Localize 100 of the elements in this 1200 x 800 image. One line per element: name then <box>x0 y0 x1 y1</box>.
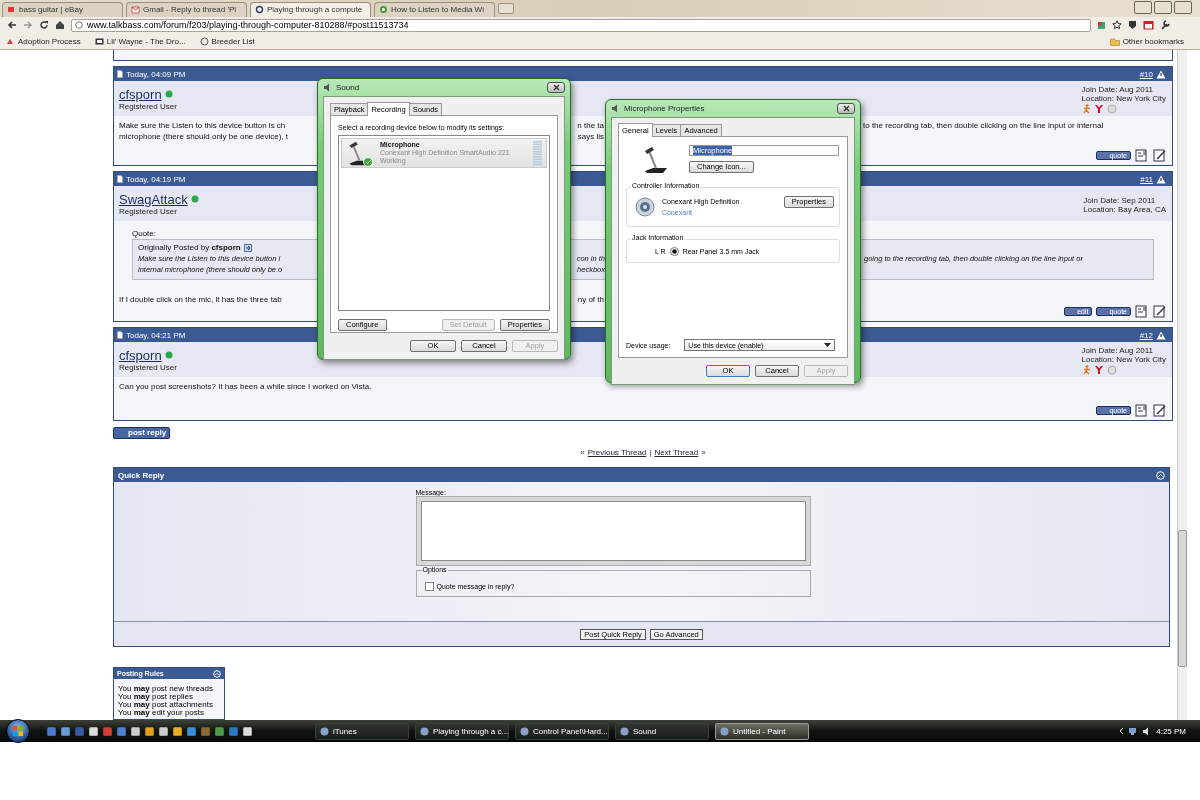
next-thread-link[interactable]: Next Thread <box>654 448 699 457</box>
start-button[interactable] <box>6 719 30 743</box>
close-icon <box>552 84 560 91</box>
pencil-page-icon[interactable] <box>1153 149 1167 162</box>
message-field[interactable] <box>420 501 806 561</box>
post-number-link[interactable]: #11 <box>1140 174 1153 184</box>
taskbar-button[interactable]: Untitled - Paint <box>715 722 809 740</box>
taskbar-button[interactable]: Control Panel\Hard... <box>515 722 609 740</box>
close-button[interactable] <box>1174 1 1192 14</box>
wrench-icon[interactable] <box>1160 20 1170 31</box>
post-date: Today, 04:21 PM <box>126 330 186 340</box>
nav-separator: | <box>649 448 652 457</box>
previous-thread-link[interactable]: Previous Thread <box>587 448 647 457</box>
bookmark-link[interactable]: Breeder List <box>211 37 255 47</box>
address-bar[interactable]: www.talkbass.com/forum/f203/playing-through-computer-810288/#post11513734 <box>71 18 1091 32</box>
taskbar-button[interactable]: Sound <box>615 722 709 740</box>
page-icon <box>117 331 123 339</box>
scrollbar[interactable] <box>1177 50 1187 720</box>
launcher-icon[interactable] <box>158 725 169 737</box>
maximize-button[interactable] <box>1154 1 1172 14</box>
pencil-page-icon[interactable] <box>1153 305 1167 318</box>
post-text: n the ta <box>577 120 604 131</box>
close-icon <box>842 105 850 112</box>
post-number-link[interactable]: #10 <box>1139 69 1153 79</box>
collapse-icon[interactable] <box>1156 470 1165 480</box>
calendar-icon[interactable] <box>1143 20 1154 31</box>
shield-icon[interactable] <box>1128 20 1137 31</box>
post-text: Can you post screenshots? It has been a while since I worked on Vista. <box>119 381 372 392</box>
messenger-icon[interactable] <box>1093 365 1104 375</box>
taskbar-button[interactable]: iTunes <box>315 722 409 740</box>
page-icon[interactable] <box>1097 20 1106 30</box>
view-post-icon[interactable] <box>243 243 252 252</box>
warning-icon[interactable] <box>1156 330 1166 340</box>
bookmark-link[interactable]: Other bookmarks <box>1122 37 1184 47</box>
envelope-icon <box>131 5 140 15</box>
back-icon[interactable] <box>7 20 17 31</box>
bookmark-link[interactable]: Adoption Process <box>18 37 81 47</box>
star-icon[interactable] <box>1112 20 1122 31</box>
taskbar-button[interactable]: Playing through a c... <box>415 722 509 740</box>
rule-text: You may edit your posts <box>118 709 205 717</box>
launcher-icon[interactable] <box>242 725 253 737</box>
launcher-icon[interactable] <box>88 725 99 737</box>
post-text: Make sure the Listen to this device button is ch <box>119 120 287 131</box>
nav-arrow: « <box>580 448 585 457</box>
checkbox[interactable] <box>424 582 434 591</box>
app-icon <box>520 726 529 736</box>
warning-icon[interactable] <box>1156 174 1166 184</box>
post-number-link[interactable]: #12 <box>1139 330 1153 340</box>
user-location: Location: Bay Area, CA <box>1083 204 1166 214</box>
window-title: Sound <box>336 83 360 92</box>
post-text: says lis <box>577 131 604 142</box>
warning-icon[interactable] <box>1156 69 1166 79</box>
collapse-icon[interactable] <box>213 669 221 678</box>
username-link[interactable]: cfsporn <box>119 347 162 363</box>
username-link[interactable]: cfsporn <box>119 86 162 102</box>
quote-label: Quote: <box>132 228 156 239</box>
browser-tab[interactable]: Gmail - Reply to thread 'Pl <box>126 1 247 17</box>
post-date: Today, 04:09 PM <box>126 69 186 79</box>
browser-tab[interactable]: How to Listen to Media Wi <box>374 1 495 17</box>
post-text: ny of th <box>577 294 604 305</box>
multi-quote-icon[interactable] <box>1135 305 1149 318</box>
post-reply-button[interactable]: post reply <box>113 426 171 439</box>
multi-quote-icon[interactable] <box>1135 149 1149 162</box>
folder-icon <box>1109 37 1120 46</box>
messenger-icon[interactable] <box>1093 104 1104 114</box>
minimize-button[interactable] <box>1134 1 1152 14</box>
square-icon <box>7 5 16 15</box>
rule-text: You may post attachments <box>118 701 214 709</box>
rule-text: You may post replies <box>118 693 193 701</box>
pencil-page-icon[interactable] <box>1153 404 1167 417</box>
home-icon[interactable] <box>55 20 65 31</box>
network-icon[interactable] <box>1128 726 1139 736</box>
scrollbar-thumb[interactable] <box>1178 530 1187 667</box>
launcher-icon[interactable] <box>60 725 71 737</box>
launcher-icon[interactable] <box>144 725 155 737</box>
post-text: microphone (there should only be one device), t <box>119 131 289 142</box>
close-button[interactable] <box>547 82 565 93</box>
circle-icon <box>199 37 209 47</box>
post-text: to the recording tab, then double clicking on the line input or internal <box>863 120 1105 131</box>
user-location: Location: New York City <box>1081 355 1166 364</box>
jack-indicator-icon <box>669 246 679 256</box>
browser-tab[interactable]: Playing through a compute <box>250 1 371 17</box>
app-icon <box>620 726 629 736</box>
page-icon <box>117 175 123 183</box>
close-button[interactable] <box>837 103 855 114</box>
launcher-icon[interactable] <box>130 725 141 737</box>
app-icon <box>420 726 429 736</box>
launcher-icon[interactable] <box>186 725 197 737</box>
launcher-icon[interactable] <box>172 725 183 737</box>
browser-tab[interactable]: bass guitar | eBay <box>2 1 123 17</box>
username-link[interactable]: SwagAttack <box>119 191 188 207</box>
bookmark-link[interactable]: Lil' Wayne - The Dro... <box>106 37 186 47</box>
clock: 4:25 PM <box>1156 726 1186 736</box>
window-title: Microphone Properties <box>624 104 705 113</box>
ring-icon <box>255 5 264 15</box>
reload-icon[interactable] <box>39 20 49 31</box>
multi-quote-icon[interactable] <box>1135 404 1149 417</box>
post-date: Today, 04:19 PM <box>126 174 186 184</box>
chevron-icon[interactable] <box>1118 727 1125 735</box>
post-text: If I double click on the mic, it has the three tab <box>119 294 283 305</box>
